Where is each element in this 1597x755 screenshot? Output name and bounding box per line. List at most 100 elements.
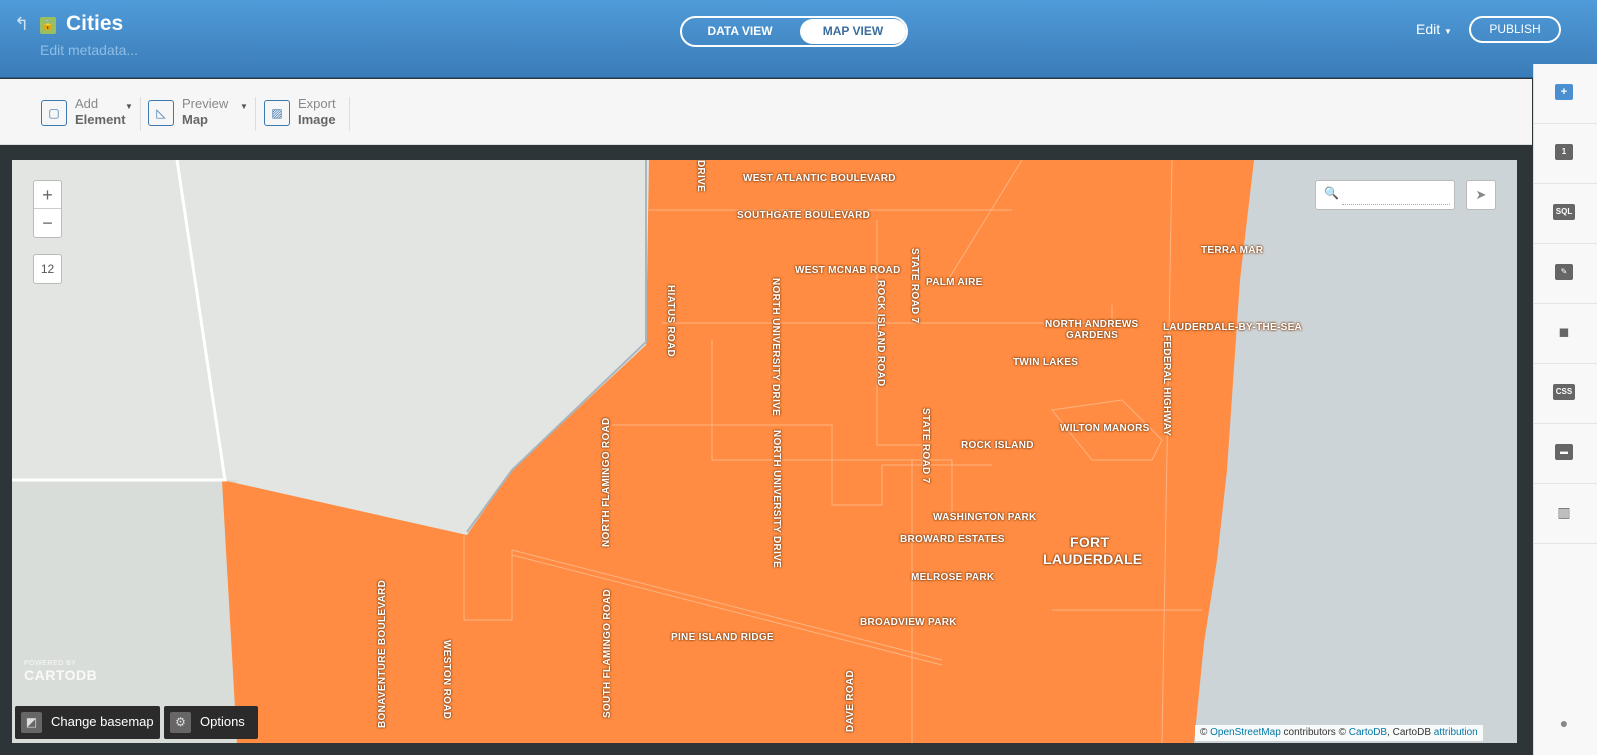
map-label: NORTH ANDREWS [1045,319,1139,330]
map-canvas[interactable]: WEST ATLANTIC BOULEVARD SOUTHGATE BOULEV… [12,160,1517,743]
map-label: GARDENS [1066,330,1119,341]
chevron-down-icon: ▼ [1444,27,1452,36]
map-label: WILTON MANORS [1060,423,1150,434]
sidebar-item-sql[interactable]: SQL [1534,184,1597,244]
map-label: BROWARD ESTATES [900,534,1005,545]
zoom-in-button[interactable]: + [34,181,61,209]
map-label: TWIN LAKES [1013,357,1079,368]
export-label-line1: Export [298,96,336,111]
right-sidebar: + 1 SQL ✎ ◼ CSS ▬ ▥ ● [1533,64,1597,755]
map-label: NORTH UNIVERSITY DRIVE [770,278,781,417]
edit-menu[interactable]: Edit ▼ [1416,21,1452,37]
sidebar-item-help[interactable]: ● [1534,695,1597,755]
sidebar-item-css[interactable]: CSS [1534,364,1597,424]
map-label: PALM AIRE [926,277,983,288]
map-label: NORTH FLAMINGO ROAD [601,417,612,547]
lock-icon[interactable]: 🔒 [40,17,56,34]
search-icon: 🔍 [1324,186,1339,200]
sql-icon: SQL [1553,204,1575,220]
attribution-link[interactable]: attribution [1434,727,1478,738]
zoom-control: + − [33,180,62,238]
add-element-icon: ▢ [41,100,67,126]
edit-menu-label: Edit [1416,21,1441,37]
map-label: TERRA MAR [1201,245,1264,256]
attr-tail: , CartoDB [1387,727,1431,738]
preview-label-line1: Preview [182,96,229,111]
zoom-out-button[interactable]: − [34,209,61,237]
change-basemap-button[interactable]: ◩ Change basemap [15,706,160,739]
zoom-level-indicator: 12 [33,254,62,284]
toolbar: ▢ Add Element ▼ ◺ Preview Map ▼ ▨ Export… [0,79,1532,145]
preview-map-icon: ◺ [148,100,174,126]
map-basemap [12,160,1517,743]
add-element-button[interactable]: ▢ Add Element ▼ [41,96,133,130]
sidebar-item-infowindow[interactable]: ◼ [1534,304,1597,364]
add-label-line1: Add [75,96,99,111]
attr-prefix: © [1200,727,1208,738]
map-label: HIATUS ROAD [665,285,676,358]
css-icon: CSS [1553,384,1575,400]
change-basemap-label: Change basemap [51,714,154,729]
map-label: WASHINGTON PARK [933,512,1037,523]
options-button[interactable]: ⚙ Options [164,706,258,739]
map-attribution: © OpenStreetMap contributors © CartoDB, … [1195,725,1483,741]
cartodb-logo: POWERED BY CARTODB [24,660,97,683]
sidebar-item-filters[interactable]: ▥ [1534,484,1597,544]
page-title[interactable]: Cities [66,12,123,36]
edit-metadata-link[interactable]: Edit metadata... [40,42,138,58]
tab-map-view[interactable]: MAP VIEW [800,19,906,44]
map-label: STATE ROAD 7 [909,248,920,324]
map-label: MELROSE PARK [911,572,995,583]
map-label: BROADVIEW PARK [860,617,957,628]
map-label: DRIVE [695,160,706,193]
map-label: FEDERAL HIGHWAY [1161,335,1172,437]
back-arrow-icon[interactable]: ↰ [14,14,29,35]
sidebar-item-wizard[interactable]: ✎ [1534,244,1597,304]
wizard-brush-icon: ✎ [1555,264,1573,280]
options-label: Options [200,714,245,729]
preview-label-line2: Map [182,112,208,127]
sidebar-item-add-layer[interactable]: + [1534,64,1597,124]
map-label: ROCK ISLAND ROAD [875,280,886,387]
map-label: WEST ATLANTIC BOULEVARD [743,173,896,184]
view-toggle: DATA VIEW MAP VIEW [680,16,908,47]
export-image-button[interactable]: ▨ Export Image [264,96,344,130]
gear-icon: ⚙ [170,712,191,733]
map-label: ROCK ISLAND [961,440,1034,451]
add-label-line2: Element [75,112,126,127]
locate-button[interactable]: ➤ [1466,180,1496,210]
legend-icon: ▬ [1555,444,1573,460]
map-label: NORTH UNIVERSITY DRIVE [771,430,782,569]
map-label: SOUTH FLAMINGO ROAD [602,588,613,718]
sidebar-item-legend[interactable]: ▬ [1534,424,1597,484]
chevron-down-icon: ▼ [125,102,133,111]
divider [255,97,256,131]
top-header: ↰ 🔒 Cities Edit metadata... DATA VIEW MA… [0,0,1597,78]
sidebar-item-layer[interactable]: 1 [1534,124,1597,184]
cartodb-link[interactable]: CartoDB [1349,727,1387,738]
map-label: LAUDERDALE-BY-THE-SEA [1163,322,1303,333]
openstreetmap-link[interactable]: OpenStreetMap [1210,727,1281,738]
search-input[interactable] [1342,187,1450,205]
infowindow-icon: ◼ [1558,324,1570,339]
map-label: FORT [1070,534,1110,550]
chevron-down-icon: ▼ [240,102,248,111]
map-label: DAVE ROAD [845,670,856,732]
map-label: LAUDERDALE [1043,551,1143,567]
divider [349,97,350,131]
attr-mid: contributors © [1283,727,1346,738]
location-arrow-icon: ➤ [1475,187,1487,202]
map-label: BONAVENTURE BOULEVARD [377,579,388,728]
preview-map-button[interactable]: ◺ Preview Map ▼ [148,96,248,130]
export-label-line2: Image [298,112,336,127]
basemap-icon: ◩ [21,712,42,733]
filters-icon: ▥ [1557,504,1571,520]
publish-button[interactable]: PUBLISH [1469,16,1561,43]
tab-data-view[interactable]: DATA VIEW [682,18,798,45]
map-label: WESTON ROAD [441,640,452,720]
add-icon: + [1555,84,1573,100]
map-label: PINE ISLAND RIDGE [671,632,774,643]
map-label: STATE ROAD 7 [920,408,931,484]
image-icon: ▨ [264,100,290,126]
map-label: WEST MCNAB ROAD [795,265,901,276]
